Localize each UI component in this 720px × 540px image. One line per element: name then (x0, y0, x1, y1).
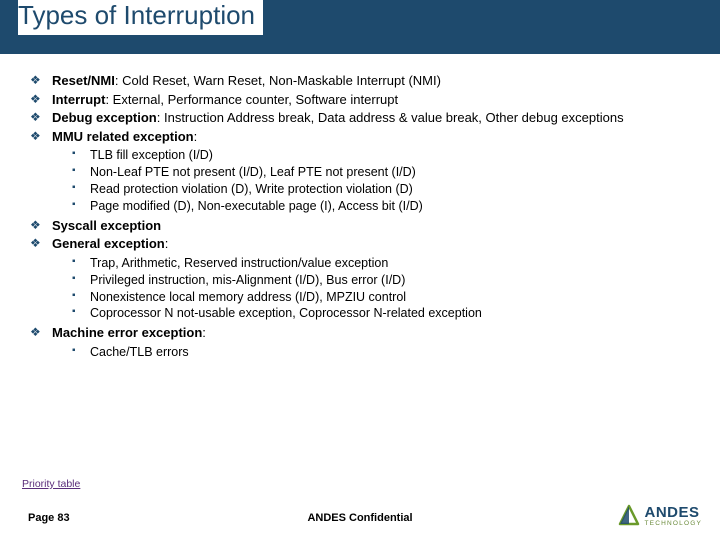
item-bold: MMU related exception (52, 129, 194, 144)
content-area: Reset/NMI: Cold Reset, Warn Reset, Non-M… (0, 54, 720, 361)
logo-sub: TECHNOLOGY (644, 520, 702, 527)
item-bold: Machine error exception (52, 325, 202, 340)
list-item: MMU related exception: TLB fill exceptio… (30, 128, 698, 215)
list-item: General exception: Trap, Arithmetic, Res… (30, 235, 698, 322)
sub-list: Cache/TLB errors (52, 344, 698, 361)
logo-icon (616, 502, 642, 528)
item-rest: : External, Performance counter, Softwar… (105, 92, 398, 107)
main-list: Reset/NMI: Cold Reset, Warn Reset, Non-M… (22, 72, 698, 361)
item-bold: Debug exception (52, 110, 157, 125)
sub-item: Cache/TLB errors (72, 344, 698, 361)
item-bold: General exception (52, 236, 165, 251)
list-item: Machine error exception: Cache/TLB error… (30, 324, 698, 360)
list-item: Reset/NMI: Cold Reset, Warn Reset, Non-M… (30, 72, 698, 90)
sub-item: Non-Leaf PTE not present (I/D), Leaf PTE… (72, 164, 698, 181)
logo-brand: ANDES (644, 504, 699, 521)
sub-item: Page modified (D), Non-executable page (… (72, 198, 698, 215)
footer: Page 83 ANDES Confidential ANDES TECHNOL… (0, 498, 720, 528)
priority-table-link[interactable]: Priority table (22, 478, 80, 490)
page-number: Page 83 (28, 512, 70, 524)
sub-item: Read protection violation (D), Write pro… (72, 181, 698, 198)
item-rest: : Instruction Address break, Data addres… (157, 110, 624, 125)
logo-text-wrap: ANDES TECHNOLOGY (644, 504, 702, 527)
sub-item: Privileged instruction, mis-Alignment (I… (72, 272, 698, 289)
list-item: Interrupt: External, Performance counter… (30, 91, 698, 109)
sub-item: TLB fill exception (I/D) (72, 147, 698, 164)
item-bold: Reset/NMI (52, 73, 115, 88)
sub-list: Trap, Arithmetic, Reserved instruction/v… (52, 255, 698, 323)
list-item: Debug exception: Instruction Address bre… (30, 109, 698, 127)
title-bar: Types of Interruption (0, 0, 720, 54)
item-bold: Interrupt (52, 92, 105, 107)
list-item: Syscall exception (30, 217, 698, 235)
item-rest: : (165, 236, 169, 251)
page-title: Types of Interruption (18, 0, 263, 35)
sub-item: Coprocessor N not-usable exception, Copr… (72, 305, 698, 322)
confidential-label: ANDES Confidential (307, 512, 412, 524)
item-bold: Syscall exception (52, 218, 161, 233)
item-rest: : Cold Reset, Warn Reset, Non-Maskable I… (115, 73, 441, 88)
item-rest: : (202, 325, 206, 340)
sub-list: TLB fill exception (I/D) Non-Leaf PTE no… (52, 147, 698, 215)
andes-logo: ANDES TECHNOLOGY (616, 502, 702, 528)
sub-item: Trap, Arithmetic, Reserved instruction/v… (72, 255, 698, 272)
item-rest: : (194, 129, 198, 144)
sub-item: Nonexistence local memory address (I/D),… (72, 289, 698, 306)
